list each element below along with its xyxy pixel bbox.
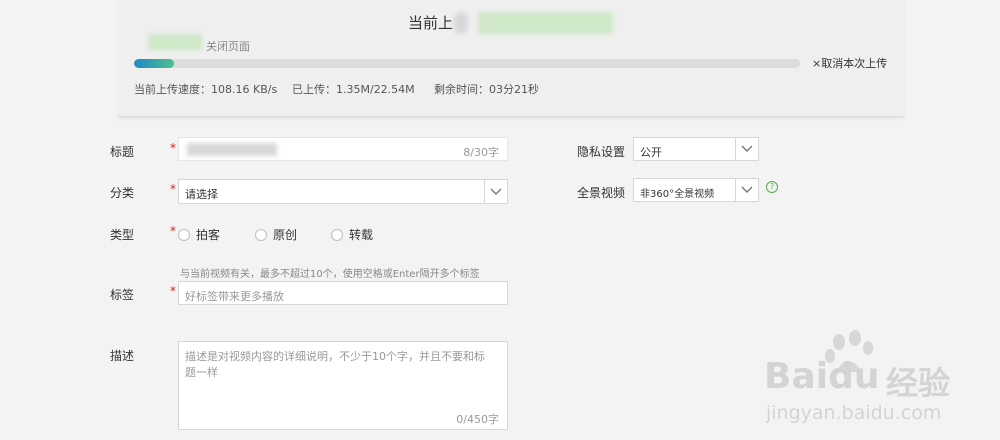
type-radio-original[interactable]: 原创 <box>255 226 297 243</box>
chevron-down-icon[interactable] <box>735 179 758 201</box>
baidu-jingyan-cn: 经验 <box>886 364 951 402</box>
type-radio-repost[interactable]: 转载 <box>331 226 373 243</box>
brand-part: du <box>828 356 880 397</box>
type-option-label: 转载 <box>349 228 374 242</box>
required-mark: * <box>170 284 176 298</box>
upload-title: 当前上 <box>408 14 454 32</box>
brand-part: Bai <box>764 356 829 397</box>
redacted-filename <box>148 34 202 50</box>
required-mark: * <box>170 224 176 238</box>
description-textarea[interactable]: 描述是对视频内容的详细说明，不少于10个字，并且不要和标题一样 0/450字 <box>178 341 508 430</box>
tags-input[interactable]: 好标签带来更多播放 <box>178 281 508 305</box>
type-option-label: 原创 <box>273 228 298 242</box>
tags-label: 标签 <box>110 288 135 302</box>
description-char-count: 0/450字 <box>456 413 499 426</box>
panorama-value: 非360°全景视频 <box>640 189 715 200</box>
category-placeholder: 请选择 <box>185 188 218 201</box>
chevron-down-icon[interactable] <box>735 138 758 160</box>
panorama-select[interactable]: 非360°全景视频 <box>633 178 759 202</box>
upload-progress-bar <box>134 59 800 68</box>
tags-placeholder: 好标签带来更多播放 <box>185 290 284 303</box>
chevron-down-icon[interactable] <box>484 180 507 203</box>
upload-progress-panel: 当前上 关闭页面 ×取消本次上传 当前上传速度：108.16 KB/s 已上传：… <box>118 0 904 117</box>
panorama-label: 全景视频 <box>577 186 626 200</box>
privacy-value: 公开 <box>640 146 662 159</box>
type-option-label: 拍客 <box>196 228 221 242</box>
help-icon[interactable]: ? <box>766 181 778 193</box>
upload-progress-fill <box>134 59 174 68</box>
description-label: 描述 <box>110 349 135 363</box>
remaining-time: 剩余时间：03分21秒 <box>434 83 539 96</box>
radio-circle-icon <box>255 228 267 241</box>
required-mark: * <box>170 182 176 196</box>
privacy-label: 隐私设置 <box>577 145 626 159</box>
title-char-count: 8/30字 <box>463 146 499 159</box>
required-mark: * <box>170 141 176 155</box>
upload-speed: 当前上传速度：108.16 KB/s <box>134 83 278 96</box>
redacted-title <box>454 12 468 34</box>
privacy-select[interactable]: 公开 <box>633 137 759 161</box>
baidu-watermark: Baidu 经验 jingyan.baidu.com <box>760 328 1000 436</box>
type-radio-paike[interactable]: 拍客 <box>178 226 220 243</box>
radio-circle-icon <box>331 228 343 241</box>
title-input[interactable]: 8/30字 <box>178 137 508 161</box>
title-label: 标题 <box>110 145 135 159</box>
type-label: 类型 <box>110 228 135 242</box>
upload-subtitle: 关闭页面 <box>206 40 250 53</box>
baidu-url: jingyan.baidu.com <box>766 402 942 424</box>
description-placeholder: 描述是对视频内容的详细说明，不少于10个字，并且不要和标题一样 <box>185 350 485 379</box>
tags-hint: 与当前视频有关，最多不超过10个，使用空格或Enter隔开多个标签 <box>180 269 480 280</box>
baidu-brand: Baidu <box>764 356 879 397</box>
category-label: 分类 <box>110 186 135 200</box>
uploaded-size: 已上传：1.35M/22.54M <box>292 83 415 96</box>
radio-circle-icon <box>178 228 190 241</box>
cancel-upload-button[interactable]: ×取消本次上传 <box>812 55 887 71</box>
redacted-title-value <box>187 143 277 156</box>
category-select[interactable]: 请选择 <box>178 179 508 204</box>
redacted-title <box>478 12 613 34</box>
